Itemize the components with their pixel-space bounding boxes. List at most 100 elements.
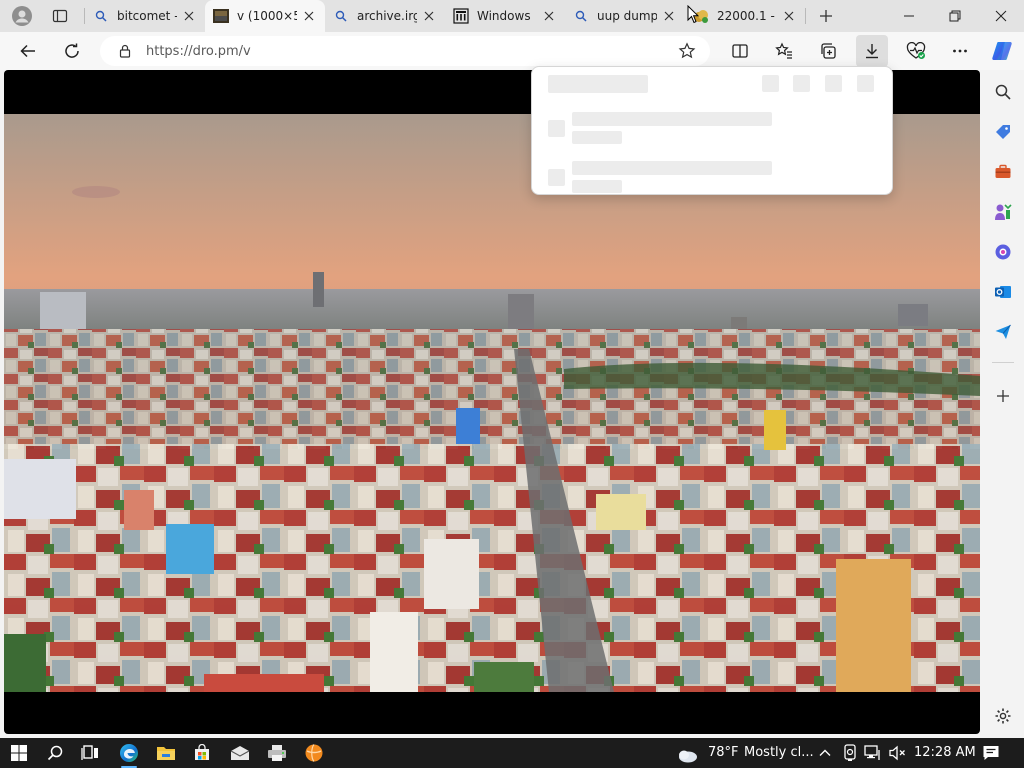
taskbar-mail[interactable] — [227, 740, 253, 766]
tab-actions-button[interactable] — [44, 0, 76, 32]
address-bar[interactable]: https://dro.pm/v — [100, 36, 710, 66]
tab-title: v (1000×5 — [237, 9, 297, 23]
favorite-star-icon[interactable] — [678, 42, 696, 60]
sidebar-add-button[interactable] — [989, 382, 1017, 410]
tab-22000[interactable]: 22000.1 - — [685, 0, 805, 32]
sidebar-settings-button[interactable] — [989, 702, 1017, 730]
search-icon — [47, 745, 63, 761]
edge-icon — [120, 744, 138, 762]
sidebar-games-button[interactable] — [989, 198, 1017, 226]
sidebar-tools-button[interactable] — [989, 158, 1017, 186]
archive-icon — [453, 8, 469, 24]
close-tab-icon[interactable] — [541, 8, 557, 24]
sidebar-outlook-button[interactable] — [989, 278, 1017, 306]
tab-windows[interactable]: Windows — [445, 0, 565, 32]
settings-more-button[interactable] — [944, 35, 976, 67]
tab-title: archive.irg — [357, 9, 417, 23]
skeleton-file-icon — [548, 169, 565, 186]
gear-icon — [995, 708, 1011, 724]
favorites-button[interactable] — [768, 35, 800, 67]
plus-icon — [820, 10, 832, 22]
office-icon — [995, 244, 1011, 260]
refresh-button[interactable] — [56, 35, 88, 67]
sidebar-shopping-button[interactable] — [989, 118, 1017, 146]
edge-sidebar — [982, 70, 1024, 734]
profile-button[interactable] — [0, 0, 44, 32]
downloads-button[interactable] — [856, 35, 888, 67]
minimize-icon — [904, 15, 914, 17]
skeleton-action — [762, 75, 779, 92]
close-tab-icon[interactable] — [661, 8, 677, 24]
volume-muted-icon[interactable] — [888, 744, 906, 762]
close-window-button[interactable] — [978, 0, 1024, 32]
split-screen-button[interactable] — [724, 35, 756, 67]
close-tab-icon[interactable] — [181, 8, 197, 24]
show-hidden-icons-chevron-icon[interactable] — [818, 746, 832, 760]
split-screen-icon — [732, 44, 748, 58]
more-dots-icon — [953, 49, 967, 53]
lock-icon[interactable] — [118, 44, 132, 58]
skeleton-action — [825, 75, 842, 92]
send-plane-icon — [995, 324, 1011, 339]
task-view-button[interactable] — [77, 740, 103, 766]
sidebar-office-button[interactable] — [989, 238, 1017, 266]
collections-icon — [821, 43, 836, 59]
address-url[interactable]: https://dro.pm/v — [146, 44, 251, 59]
mail-icon — [230, 746, 250, 760]
tab-v-image[interactable]: v (1000×5 — [205, 0, 325, 32]
restore-button[interactable] — [932, 0, 978, 32]
tab-bitcomet[interactable]: bitcomet - — [85, 0, 205, 32]
back-button[interactable] — [12, 35, 44, 67]
weather-condition[interactable]: Mostly cl... — [744, 745, 814, 760]
tab-strip: bitcomet - v (1000×5 archive.irg Windows… — [0, 0, 1024, 32]
taskbar-app-orange[interactable] — [301, 740, 327, 766]
network-icon[interactable] — [864, 744, 882, 762]
collections-button[interactable] — [812, 35, 844, 67]
task-view-icon — [81, 745, 98, 760]
vertical-tabs-icon — [52, 9, 68, 23]
tab-title: Windows — [477, 9, 531, 23]
notifications-icon[interactable] — [982, 744, 1000, 762]
close-tab-icon[interactable] — [301, 8, 317, 24]
close-tab-icon[interactable] — [421, 8, 437, 24]
refresh-icon — [65, 43, 79, 58]
weather-icon[interactable] — [672, 741, 700, 765]
printer-icon — [268, 745, 286, 761]
browser-essentials-button[interactable] — [900, 35, 932, 67]
close-tab-icon[interactable] — [781, 8, 797, 24]
weather-temperature[interactable]: 78°F — [708, 745, 739, 760]
taskbar-search-button[interactable] — [42, 740, 68, 766]
search-icon — [93, 8, 109, 24]
toolbar: https://dro.pm/v — [0, 32, 1024, 70]
taskbar-store[interactable] — [189, 740, 215, 766]
restore-icon — [949, 10, 961, 22]
tab-uup-dump[interactable]: uup dump — [565, 0, 685, 32]
back-arrow-icon — [20, 44, 35, 58]
mouse-cursor — [687, 5, 699, 24]
sidebar-search-button[interactable] — [989, 78, 1017, 106]
tab-archive[interactable]: archive.irg — [325, 0, 445, 32]
chess-piece-icon — [995, 204, 1012, 220]
plus-icon — [997, 390, 1009, 402]
heart-pulse-icon — [906, 42, 926, 59]
store-bag-icon — [195, 744, 209, 760]
favorites-icon — [775, 42, 792, 59]
download-icon — [866, 44, 878, 59]
shopping-tag-icon — [996, 125, 1010, 139]
start-button[interactable] — [6, 740, 32, 766]
folder-icon — [157, 747, 175, 760]
taskbar-app-printer[interactable] — [264, 740, 290, 766]
taskbar-file-explorer[interactable] — [153, 740, 179, 766]
new-tab-button[interactable] — [806, 0, 846, 32]
windows-logo-icon — [11, 745, 27, 761]
usb-device-icon[interactable] — [842, 744, 858, 762]
taskbar-edge[interactable] — [116, 740, 142, 768]
downloads-flyout — [531, 66, 893, 195]
sidebar-drop-button[interactable] — [989, 318, 1017, 346]
skeleton-file-icon — [548, 120, 565, 137]
copilot-button[interactable] — [986, 35, 1018, 67]
clock-time[interactable]: 12:28 AM — [914, 745, 976, 760]
minimize-button[interactable] — [886, 0, 932, 32]
windows-taskbar: 78°F Mostly cl... 12:28 AM — [0, 738, 1024, 768]
skeleton-line — [572, 131, 622, 144]
